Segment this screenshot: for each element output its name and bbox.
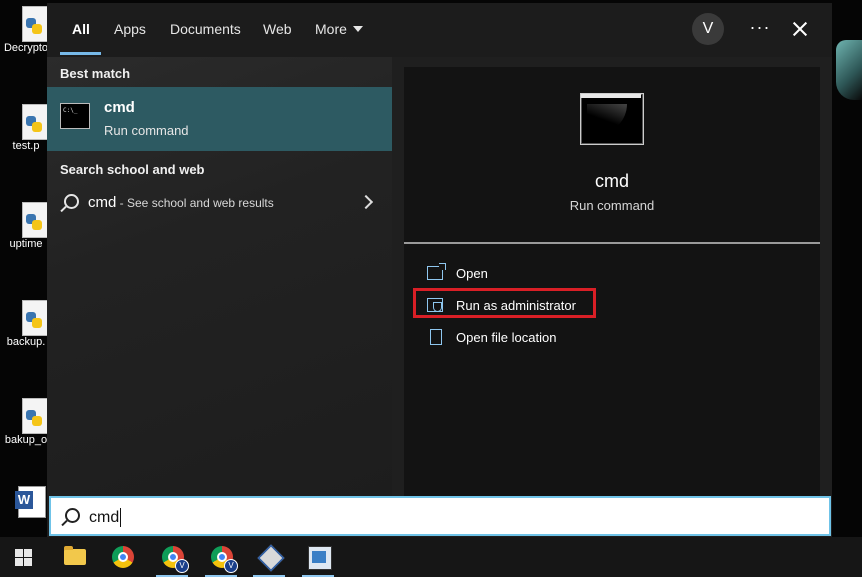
desktop-icon-python-file[interactable]: Decrypto (0, 0, 50, 70)
search-panel: All Apps Documents Web More V ··· Best m… (47, 3, 832, 537)
search-icon (64, 194, 79, 209)
profile-badge: V (224, 559, 238, 573)
taskbar-virtualbox[interactable] (247, 537, 291, 577)
command-prompt-icon (60, 103, 90, 129)
preview-divider (404, 242, 820, 244)
web-search-heading: Search school and web (60, 162, 205, 177)
python-icon (26, 18, 42, 34)
desktop-icon-label: Decrypto (3, 42, 49, 54)
results-list: Best match cmd Run command Search school… (47, 57, 392, 497)
taskbar-chrome[interactable] (100, 537, 144, 577)
tab-apps[interactable]: Apps (114, 3, 146, 57)
profile-badge: V (175, 559, 189, 573)
desktop-icon-label: bakup_o (4, 434, 48, 446)
action-label: Open file location (456, 330, 557, 345)
active-tab-indicator (60, 52, 101, 55)
virtualbox-icon (257, 544, 285, 572)
search-input-value: cmd (89, 508, 122, 527)
desktop-icon-label: uptime (9, 238, 43, 250)
tab-more[interactable]: More (315, 3, 363, 57)
taskbar-chrome-profile[interactable]: V (199, 537, 243, 577)
python-icon (26, 116, 42, 132)
preview-subtitle: Run command (569, 198, 655, 213)
best-match-item-cmd[interactable]: cmd Run command (47, 87, 392, 151)
desktop-icon-label: test.p (12, 140, 40, 152)
best-match-heading: Best match (60, 66, 131, 81)
web-query: cmd (88, 194, 117, 211)
tab-all[interactable]: All (72, 3, 90, 57)
best-match-subtitle: Run command (104, 123, 189, 138)
taskbar: V V (0, 537, 862, 577)
desktop-icon-python-file[interactable]: test.p (0, 98, 50, 168)
file-explorer-icon (64, 546, 86, 565)
open-icon (427, 263, 446, 280)
web-description: - See school and web results (116, 196, 274, 210)
windows-start-icon[interactable] (15, 549, 32, 566)
chrome-icon (112, 546, 134, 568)
taskbar-chrome-profile[interactable]: V (150, 537, 194, 577)
command-prompt-large-icon (580, 93, 644, 145)
close-icon[interactable] (789, 15, 811, 43)
preview-pane: cmd Run command Open Run as administrato… (404, 67, 820, 497)
desktop-icon-label: backup. (6, 336, 46, 348)
python-icon (26, 214, 42, 230)
action-label: Open (456, 266, 488, 281)
more-options-icon[interactable]: ··· (747, 15, 773, 43)
caret-down-icon (352, 26, 363, 33)
search-tabs-bar: All Apps Documents Web More V ··· (47, 3, 832, 57)
python-icon (26, 312, 42, 328)
tab-documents[interactable]: Documents (170, 3, 241, 57)
chevron-right-icon[interactable] (358, 194, 374, 210)
word-document-icon[interactable]: W (15, 486, 46, 518)
python-icon (26, 410, 42, 426)
action-open-file-location[interactable]: Open file location (404, 323, 820, 353)
highlight-box (413, 288, 596, 318)
action-open[interactable]: Open (404, 259, 820, 289)
remote-desktop-icon (308, 546, 332, 570)
search-input[interactable]: cmd (49, 496, 831, 536)
best-match-title: cmd (104, 99, 135, 116)
wallpaper-dragon-icon (836, 40, 862, 100)
desktop-icon-python-file[interactable]: uptime (0, 196, 50, 266)
desktop-icon-python-file[interactable]: bakup_o (0, 392, 50, 462)
file-location-icon (430, 329, 442, 345)
search-icon (65, 508, 80, 523)
taskbar-remote-desktop[interactable] (296, 537, 340, 577)
taskbar-file-explorer[interactable] (52, 537, 96, 577)
user-avatar[interactable]: V (692, 13, 724, 45)
desktop-icon-python-file[interactable]: backup. (0, 294, 50, 364)
tab-web[interactable]: Web (263, 3, 292, 57)
preview-title: cmd (594, 171, 629, 191)
web-search-item[interactable]: cmd - See school and web results (47, 185, 392, 221)
